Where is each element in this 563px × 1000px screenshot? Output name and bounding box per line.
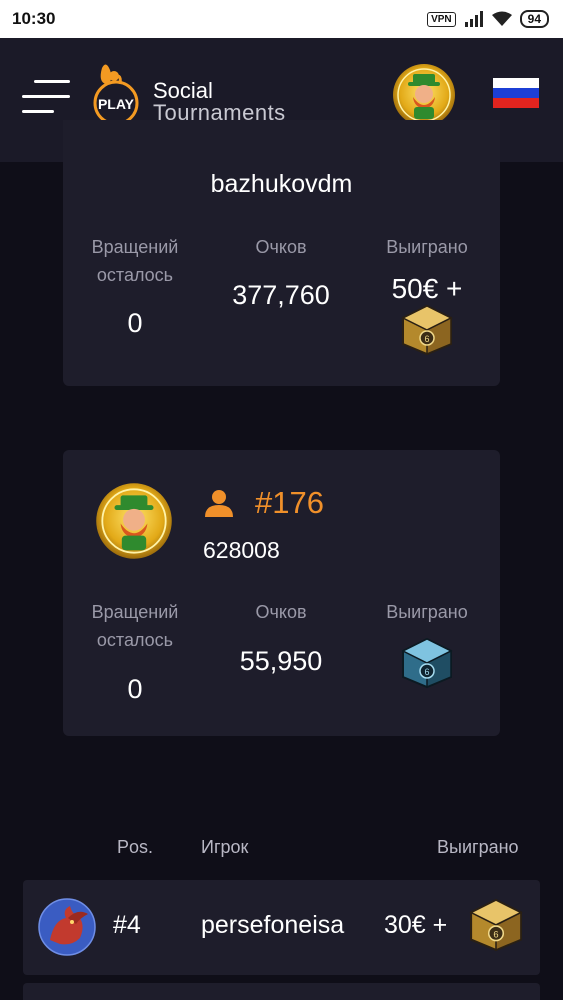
pragmatic-play-logo-icon: PLAY: [93, 64, 139, 126]
flag-stripe-red: [493, 98, 539, 108]
brand-badge-text: PLAY: [98, 96, 135, 112]
column-header-pos: Pos.: [117, 837, 154, 857]
status-icons: VPN 94: [427, 10, 549, 28]
column-header-won: Выиграно: [437, 837, 519, 857]
menu-line: [22, 110, 54, 113]
gold-cube-icon: 6: [469, 898, 523, 952]
menu-line: [22, 95, 70, 98]
menu-button[interactable]: [22, 78, 72, 116]
gold-cube-icon: 6: [401, 304, 453, 356]
column-header-player: Игрок: [201, 837, 249, 857]
user-won-label: Выиграно: [386, 602, 468, 622]
vpn-badge: VPN: [427, 11, 456, 27]
user-avatar: [96, 483, 172, 559]
row-prize: 30€ +: [384, 911, 448, 939]
blue-cube-icon: 6: [401, 637, 453, 689]
language-flag-russian[interactable]: [493, 78, 539, 108]
player-avatar-dragon: [38, 898, 96, 956]
battery-indicator: 94: [519, 10, 549, 28]
spins-left-value: 0: [127, 308, 143, 338]
row-position: #4: [113, 911, 141, 939]
user-rank: #176: [255, 485, 324, 520]
spins-label-line2: осталось: [96, 630, 174, 650]
spins-label-line1: Вращений: [91, 602, 179, 622]
points-label: Очков: [255, 237, 307, 257]
spins-label-line2: осталось: [96, 265, 174, 285]
header-avatar[interactable]: [392, 63, 456, 127]
user-player-id: 628008: [203, 537, 280, 563]
won-value: 50€ +: [391, 273, 463, 304]
svg-text:6: 6: [424, 334, 429, 344]
top-player-username: bazhukovdm: [210, 170, 353, 198]
svg-text:6: 6: [424, 667, 429, 677]
status-time: 10:30: [12, 9, 56, 28]
user-spins-left-label: Вращений осталось: [75, 598, 195, 654]
user-points-label: Очков: [255, 602, 307, 622]
status-bar: 10:30 VPN 94: [0, 0, 563, 38]
points-value: 377,760: [232, 280, 330, 310]
svg-text:6: 6: [493, 929, 498, 939]
menu-line: [34, 80, 70, 83]
user-points-value: 55,950: [239, 646, 323, 676]
brand-text: Social Tournaments: [153, 80, 286, 124]
flag-stripe-blue: [493, 88, 539, 98]
brand-line1: Social: [153, 78, 213, 103]
flag-stripe-white: [493, 78, 539, 88]
user-rank-row: #176: [203, 485, 324, 521]
user-spins-left-value: 0: [127, 674, 143, 704]
person-icon: [205, 490, 233, 517]
row-player-name: persefoneisa: [201, 911, 345, 939]
won-label: Выиграно: [386, 237, 468, 257]
table-row[interactable]: [23, 983, 540, 1000]
signal-icon: [464, 11, 483, 27]
spins-label-line1: Вращений: [91, 237, 179, 257]
wifi-icon: [491, 11, 512, 26]
spins-left-label: Вращений осталось: [75, 233, 195, 289]
